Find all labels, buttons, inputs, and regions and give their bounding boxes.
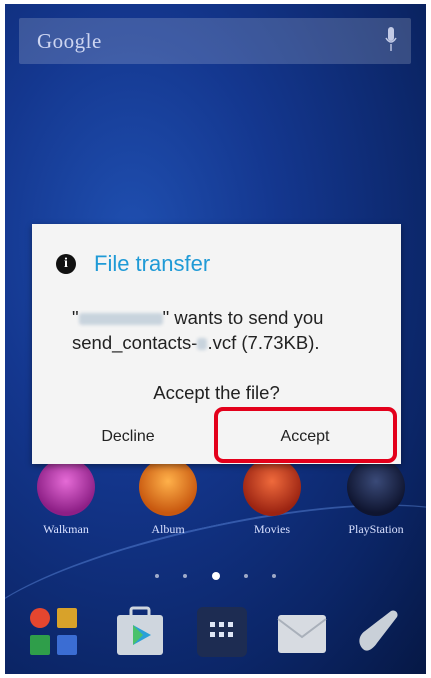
page-indicator (5, 567, 426, 585)
dialog-question: Accept the file? (153, 382, 280, 403)
playstation-icon (347, 458, 405, 516)
play-store-icon[interactable] (113, 605, 167, 659)
redacted-file-id (197, 338, 208, 351)
redacted-device-name (78, 313, 163, 326)
dialog-header: i File transfer (56, 251, 210, 277)
walkman-icon (37, 458, 95, 516)
message-text: " wants to send you (162, 307, 324, 328)
app-drawer-icon[interactable] (195, 605, 249, 659)
google-search-bar[interactable]: Google (19, 18, 411, 64)
app-label: Walkman (43, 522, 89, 536)
dock (5, 597, 426, 667)
movies-icon (243, 458, 301, 516)
google-apps-folder-icon[interactable] (27, 605, 81, 659)
dialog-message-line1: " " wants to send you (72, 307, 323, 329)
app-playstation[interactable]: PlayStation (331, 458, 421, 538)
file-name-prefix: send_contacts- (72, 332, 198, 353)
info-icon: i (56, 254, 76, 274)
app-label: Album (151, 522, 185, 536)
app-walkman[interactable]: Walkman (21, 458, 111, 538)
album-icon (139, 458, 197, 516)
page-dot (183, 573, 188, 578)
page-dot (272, 573, 277, 578)
microphone-icon[interactable] (385, 27, 397, 53)
file-name-suffix: .vcf (7.73KB). (207, 332, 320, 353)
app-label: Movies (254, 522, 290, 536)
decline-button[interactable]: Decline (48, 420, 208, 454)
app-label: PlayStation (348, 522, 404, 536)
page-dot (154, 573, 159, 578)
message-quote-open: " (72, 307, 79, 328)
page-dot (243, 573, 248, 578)
accept-highlight-frame (214, 407, 397, 463)
search-label: Google (37, 29, 102, 53)
phone-icon[interactable] (351, 605, 405, 659)
page-dot-active (211, 571, 220, 580)
dialog-message-line2: send_contacts- .vcf (7.73KB). (72, 332, 320, 354)
dialog-title: File transfer (94, 251, 211, 276)
email-icon[interactable] (275, 605, 329, 659)
app-movies[interactable]: Movies (227, 458, 317, 538)
app-album[interactable]: Album (123, 458, 213, 538)
